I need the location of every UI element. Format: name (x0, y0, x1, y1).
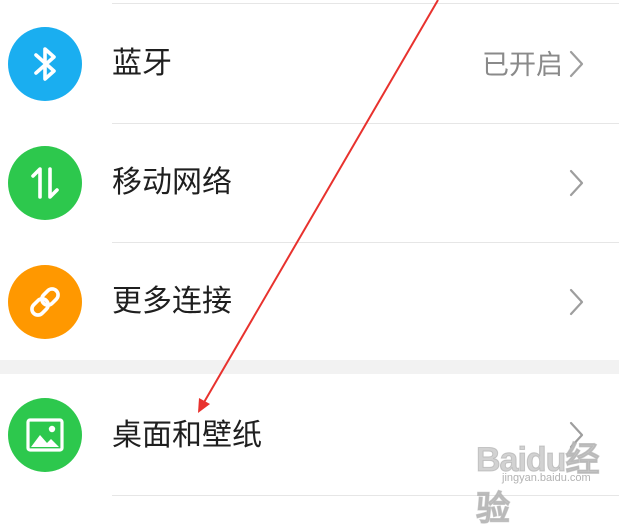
wallpaper-image-icon (8, 398, 82, 472)
mobile-data-arrows-icon (8, 146, 82, 220)
settings-screen: 蓝牙 已开启 移动网络 更多连接 桌面和壁纸 Baidu经验 jingyan.b… (0, 0, 619, 529)
bluetooth-status: 已开启 (482, 50, 563, 81)
settings-item-bluetooth[interactable]: 蓝牙 已开启 (0, 4, 619, 123)
link-chain-icon (8, 265, 82, 339)
mobile-network-label: 移动网络 (112, 165, 232, 200)
desktop-wallpaper-label: 桌面和壁纸 (112, 418, 262, 453)
bluetooth-icon (8, 27, 82, 101)
baidu-jingyan-watermark: Baidu经验 jingyan.baidu.com (476, 432, 606, 529)
chevron-right-icon (569, 50, 584, 78)
settings-item-mobile-network[interactable]: 移动网络 (0, 124, 619, 242)
settings-item-more-connections[interactable]: 更多连接 (0, 243, 619, 360)
bluetooth-label: 蓝牙 (112, 46, 172, 81)
section-separator (0, 360, 619, 374)
chevron-right-icon (569, 169, 584, 197)
watermark-site: jingyan.baidu.com (502, 472, 591, 484)
chevron-right-icon (569, 288, 584, 316)
more-connections-label: 更多连接 (112, 284, 232, 319)
